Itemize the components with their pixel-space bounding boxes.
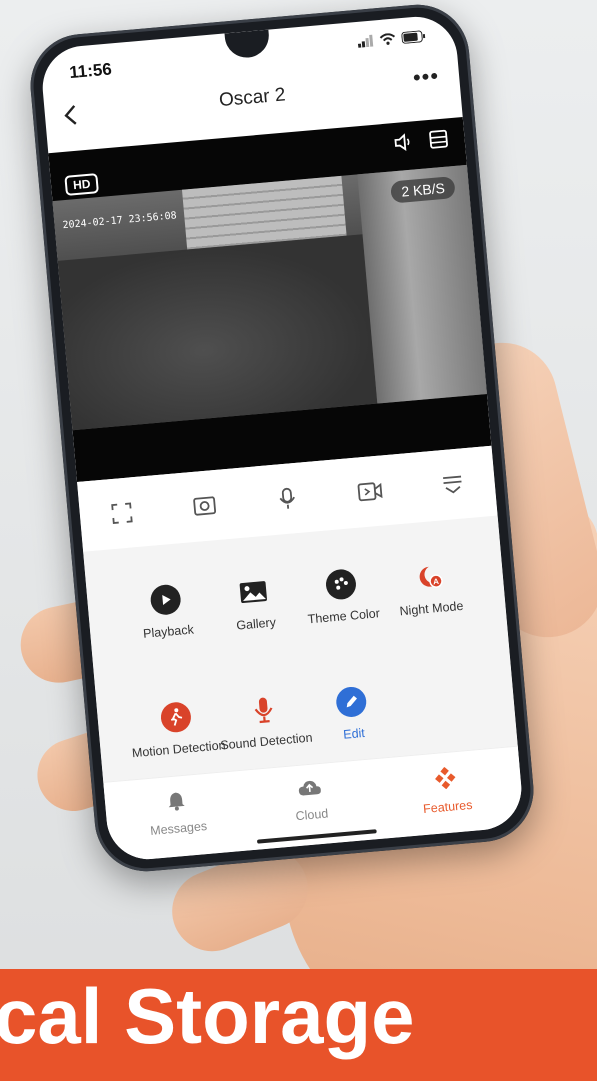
collapse-button[interactable] — [434, 465, 473, 504]
feature-label: Theme Color — [307, 606, 381, 627]
live-video-panel[interactable]: HD 2024-02-17 23:56:08 2 KB/S — [48, 117, 492, 483]
svg-text:A: A — [433, 577, 440, 586]
cloud-icon — [298, 780, 321, 796]
feature-label: Night Mode — [398, 598, 464, 619]
fullscreen-button[interactable] — [102, 494, 141, 533]
camera-feed: 2024-02-17 23:56:08 2 KB/S — [52, 164, 487, 431]
microphone-icon — [279, 487, 295, 509]
feature-label: Edit — [342, 725, 366, 742]
image-icon — [237, 576, 270, 609]
features-icon — [435, 766, 456, 790]
play-icon — [149, 583, 182, 617]
feature-label: Sound Detection — [219, 730, 314, 753]
status-time: 11:56 — [68, 59, 113, 83]
screenshot-button[interactable] — [185, 487, 224, 526]
tab-label: Features — [422, 797, 473, 817]
battery-icon — [401, 30, 426, 44]
screenshot-icon — [193, 496, 216, 516]
promo-banner: cal Storage — [0, 969, 597, 1081]
sound-icon — [247, 693, 280, 726]
feature-edit[interactable]: Edit — [300, 683, 404, 747]
signal-icon — [357, 34, 374, 48]
status-icons — [357, 30, 426, 48]
more-menu-button[interactable]: ••• — [412, 63, 440, 91]
layout-icon[interactable] — [428, 128, 450, 150]
hd-quality-badge[interactable]: HD — [64, 173, 100, 196]
feature-label: Playback — [142, 622, 195, 641]
floor-area — [57, 234, 378, 431]
tab-label: Messages — [149, 819, 208, 838]
phone-device: 11:56 Oscar 2 ••• HD 2024-02-17 23:56:08… — [26, 0, 538, 876]
speaker-icon[interactable] — [392, 132, 414, 154]
palette-icon — [324, 568, 358, 601]
bell-icon — [168, 792, 185, 811]
motion-icon — [159, 701, 193, 734]
feature-label: Motion Detection — [131, 738, 227, 761]
microphone-button[interactable] — [268, 479, 307, 518]
record-video-icon — [357, 482, 383, 502]
tab-label: Cloud — [295, 806, 329, 824]
video-timestamp: 2024-02-17 23:56:08 — [62, 210, 178, 232]
banner-text: cal Storage — [0, 972, 415, 1060]
night-mode-icon: A — [412, 560, 445, 593]
edit-icon — [335, 685, 368, 719]
feature-night-mode[interactable]: A Night Mode — [378, 557, 482, 621]
phone-screen: 11:56 Oscar 2 ••• HD 2024-02-17 23:56:08… — [39, 13, 525, 863]
tab-features[interactable]: Features — [390, 762, 504, 818]
collapse-icon — [443, 475, 462, 494]
tab-cloud[interactable]: Cloud — [254, 774, 367, 826]
record-video-button[interactable] — [351, 472, 390, 511]
wifi-icon — [379, 33, 396, 45]
video-top-icons — [392, 128, 450, 153]
fullscreen-icon — [110, 502, 133, 524]
feature-label: Gallery — [235, 615, 277, 633]
tab-messages[interactable]: Messages — [121, 786, 235, 840]
